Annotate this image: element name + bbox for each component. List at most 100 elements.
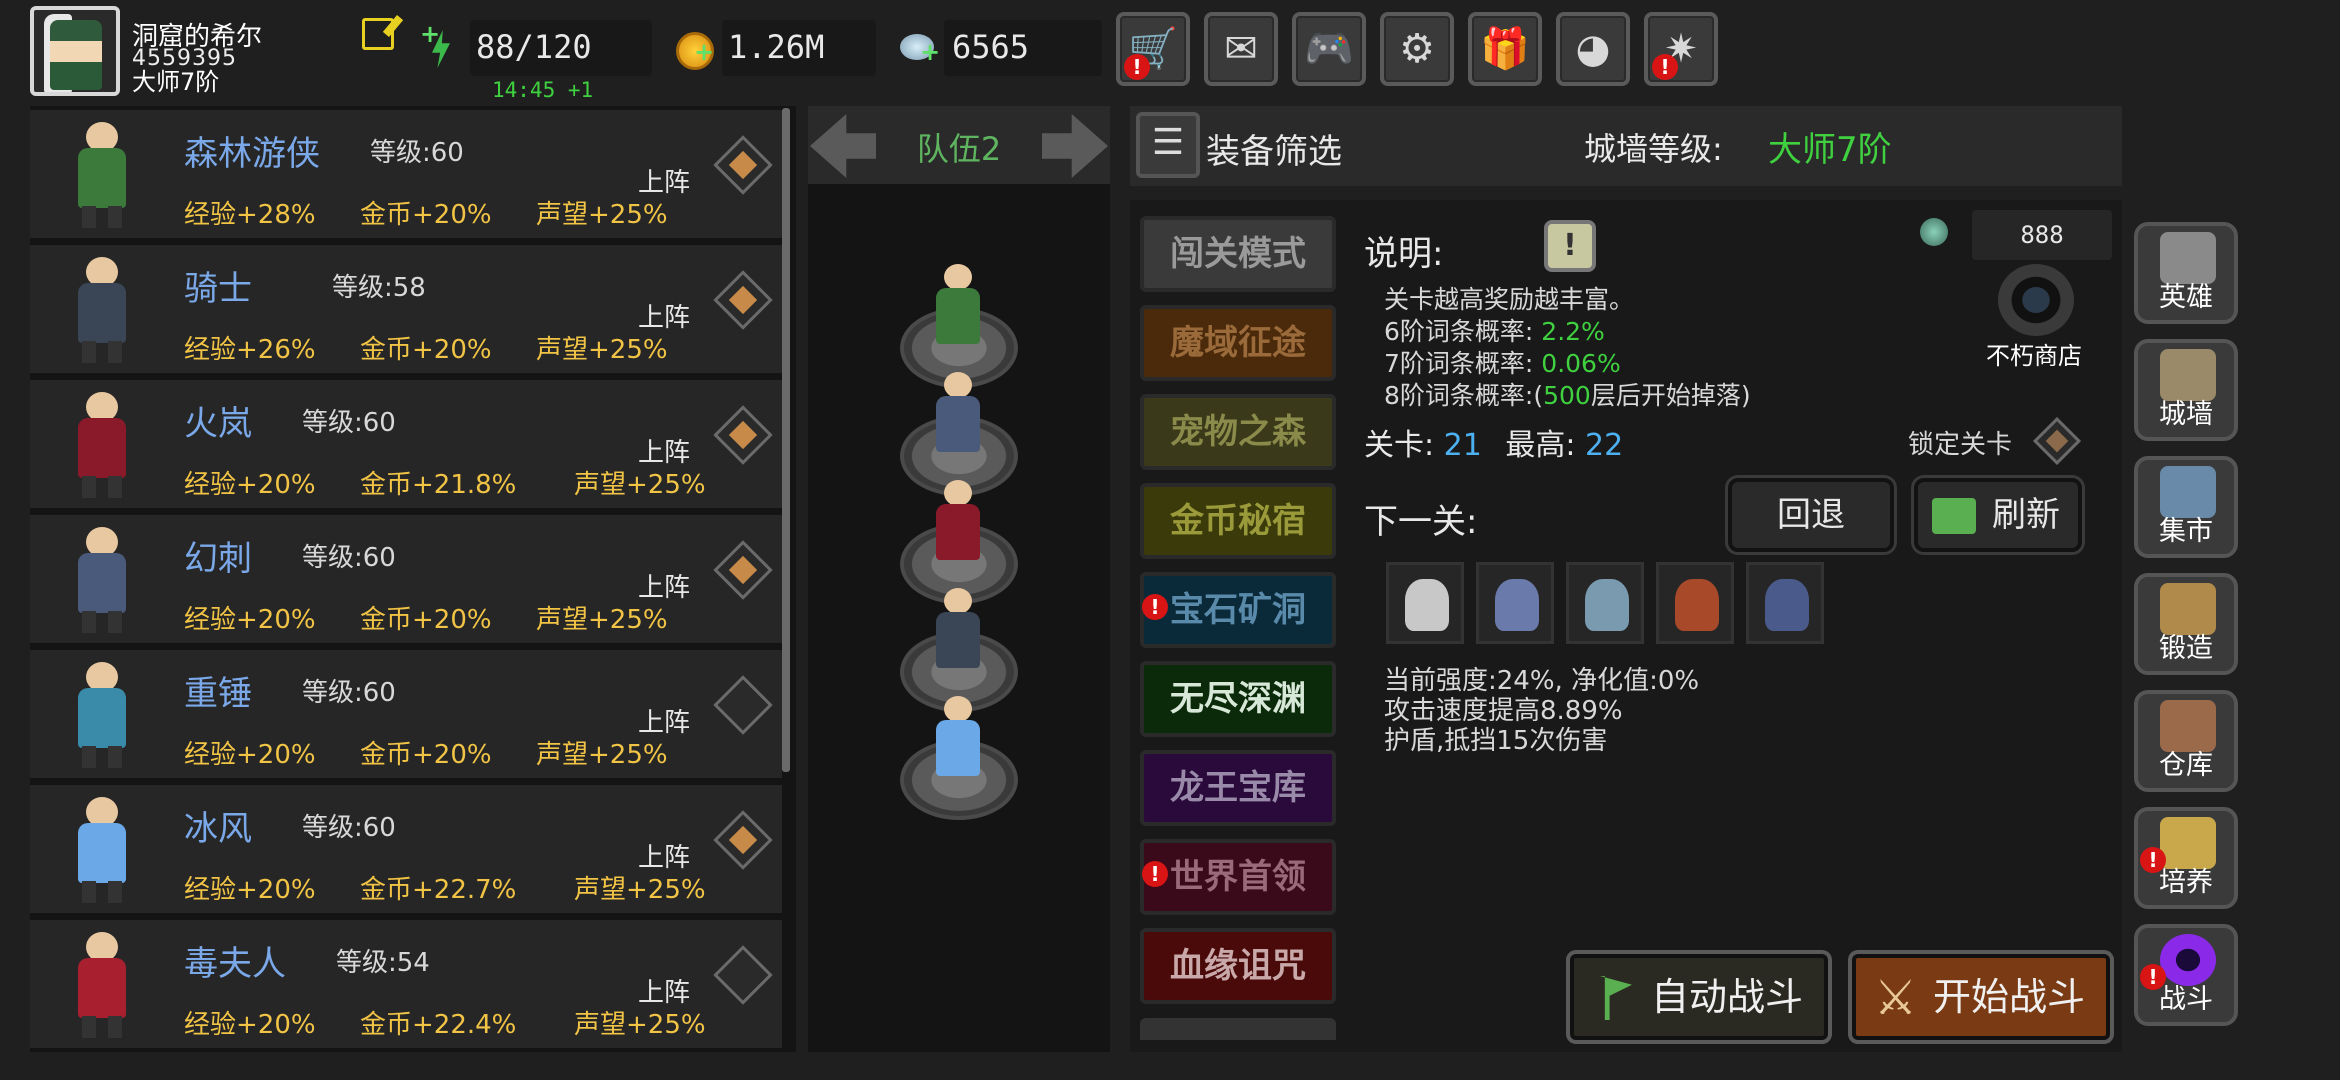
hero-deploy-toggle[interactable]	[713, 270, 773, 330]
flag-icon	[1600, 976, 1632, 1020]
player-avatar[interactable]	[30, 6, 120, 96]
hero-list-scrollbar[interactable]	[782, 108, 790, 772]
mode-label: 宝石矿洞	[1170, 590, 1306, 630]
hero-rep-bonus: 声望+25%	[574, 470, 706, 500]
next-team-arrow-icon[interactable]	[1042, 114, 1108, 178]
wheel-icon: ◕	[1575, 26, 1611, 72]
hero-rep-bonus: 声望+25%	[574, 1010, 706, 1040]
p7-value: 0.06%	[1541, 349, 1621, 378]
hero-rep-bonus: 声望+25%	[574, 875, 706, 905]
reputation-icon	[898, 28, 940, 70]
hero-deploy-toggle[interactable]	[713, 945, 773, 1005]
hero-level: 等级:60	[302, 678, 396, 708]
auto-battle-label: 自动战斗	[1650, 975, 1803, 1019]
hero-row[interactable]: 重锤 等级:60 上阵 经验+20% 金币+20% 声望+25%	[30, 650, 782, 778]
mode-button[interactable]: 宝石矿洞!	[1140, 572, 1336, 648]
hero-gold-bonus: 金币+20%	[360, 740, 492, 770]
mode-list-overflow	[1140, 1018, 1336, 1040]
start-battle-button[interactable]: ⚔ 开始战斗	[1852, 954, 2110, 1040]
hero-row[interactable]: 骑士 等级:58 上阵 经验+26% 金币+20% 声望+25%	[30, 245, 782, 373]
hero-gold-bonus: 金币+20%	[360, 200, 492, 230]
shop-button[interactable]: 🛒!	[1116, 12, 1190, 86]
equipment-filter-label[interactable]: 装备筛选	[1206, 124, 1342, 173]
hero-exp-bonus: 经验+28%	[184, 200, 316, 230]
hero-exp-bonus: 经验+26%	[184, 335, 316, 365]
hero-exp-bonus: 经验+20%	[184, 605, 316, 635]
edit-name-icon[interactable]	[362, 18, 394, 50]
refresh-button[interactable]: 刷新	[1914, 478, 2082, 552]
mode-button[interactable]: 龙王宝库	[1140, 750, 1336, 826]
gold-value: 1.26M	[728, 28, 825, 66]
mode-button[interactable]: 世界首领!	[1140, 839, 1336, 915]
hero-name: 冰风	[184, 809, 252, 849]
mail-button[interactable]: ✉	[1204, 12, 1278, 86]
sidebar-button[interactable]: 英雄	[2134, 222, 2238, 324]
next-stage-monster[interactable]	[1656, 562, 1734, 644]
auto-battle-button[interactable]: 自动战斗	[1570, 954, 1828, 1040]
p6-label: 6阶词条概率:	[1384, 317, 1534, 346]
next-stage-monster[interactable]	[1746, 562, 1824, 644]
settings-icon: ⚙	[1399, 26, 1435, 72]
best-label: 最高:	[1505, 428, 1576, 463]
gold-icon	[672, 28, 714, 70]
wheel-button[interactable]: ◕	[1556, 12, 1630, 86]
energy-value: 88/120	[476, 28, 592, 66]
back-button[interactable]: 回退	[1728, 478, 1894, 552]
next-stage-monster[interactable]	[1476, 562, 1554, 644]
refresh-label: 刷新	[1992, 495, 2060, 535]
immortal-shop-label[interactable]: 不朽商店	[1986, 336, 2082, 371]
hero-deploy-toggle[interactable]	[713, 810, 773, 870]
mode-label: 宠物之森	[1170, 412, 1306, 452]
mode-button[interactable]: 金币秘宿	[1140, 483, 1336, 559]
immortal-gem-icon	[1914, 212, 1954, 252]
fireworks-button[interactable]: ✷!	[1644, 12, 1718, 86]
team-member-sprite	[912, 480, 1006, 580]
refresh-ad-icon	[1932, 498, 1976, 534]
hero-deploy-toggle[interactable]	[713, 540, 773, 600]
hero-rep-bonus: 声望+25%	[536, 335, 668, 365]
hero-exp-bonus: 经验+20%	[184, 875, 316, 905]
next-stage-monster[interactable]	[1566, 562, 1644, 644]
gamepad-button[interactable]: 🎮	[1292, 12, 1366, 86]
mode-label: 龙王宝库	[1170, 768, 1306, 808]
sidebar-button[interactable]: 集市	[2134, 456, 2238, 558]
mode-button[interactable]: 宠物之森	[1140, 394, 1336, 470]
hero-row[interactable]: 幻刺 等级:60 上阵 经验+20% 金币+20% 声望+25%	[30, 515, 782, 643]
gamepad-icon: 🎮	[1304, 26, 1354, 72]
wall-level-value: 大师7阶	[1768, 130, 1892, 170]
filter-menu-button[interactable]	[1136, 112, 1200, 178]
hero-row[interactable]: 火岚 等级:60 上阵 经验+20% 金币+21.8% 声望+25%	[30, 380, 782, 508]
sidebar-button[interactable]: 锻造	[2134, 573, 2238, 675]
hero-sprite	[52, 388, 156, 500]
sidebar-button[interactable]: 战斗!	[2134, 924, 2238, 1026]
sidebar-button[interactable]: 仓库	[2134, 690, 2238, 792]
hero-row[interactable]: 冰风 等级:60 上阵 经验+20% 金币+22.7% 声望+25%	[30, 785, 782, 913]
next-stage-monster[interactable]	[1386, 562, 1464, 644]
wall-level-label: 城墙等级:	[1584, 130, 1723, 168]
prev-team-arrow-icon[interactable]	[810, 114, 876, 178]
reputation-value: 6565	[952, 28, 1030, 66]
hero-row[interactable]: 毒夫人 等级:54 上阵 经验+20% 金币+22.4% 声望+25%	[30, 920, 782, 1048]
hero-deploy-toggle[interactable]	[713, 405, 773, 465]
settings-button[interactable]: ⚙	[1380, 12, 1454, 86]
hero-deploy-toggle[interactable]	[713, 135, 773, 195]
mode-button[interactable]: 魔域征途	[1140, 305, 1336, 381]
hero-row[interactable]: 森林游侠 等级:60 上阵 经验+28% 金币+20% 声望+25%	[30, 110, 782, 238]
mode-button[interactable]: 血缘诅咒	[1140, 928, 1336, 1004]
immortal-shop-icon[interactable]	[1984, 262, 2088, 338]
info-help-icon[interactable]	[1544, 220, 1596, 272]
hero-deploy-toggle[interactable]	[713, 675, 773, 735]
gift-button[interactable]: 🎁	[1468, 12, 1542, 86]
sidebar-button[interactable]: 培养!	[2134, 807, 2238, 909]
mode-button[interactable]: 闯关模式	[1140, 216, 1336, 292]
hero-name: 森林游侠	[184, 134, 320, 174]
mode-button[interactable]: 无尽深渊	[1140, 661, 1336, 737]
sidebar-label: 仓库	[2159, 750, 2213, 781]
info-line-p6: 6阶词条概率: 2.2%	[1384, 312, 1605, 348]
hero-level: 等级:60	[370, 138, 464, 168]
stage-line: 关卡: 21 最高: 22	[1364, 420, 1623, 464]
hero-gold-bonus: 金币+22.7%	[360, 875, 517, 905]
gift-icon: 🎁	[1480, 26, 1530, 72]
next-stage-label: 下一关:	[1364, 502, 1478, 542]
sidebar-button[interactable]: 城墙	[2134, 339, 2238, 441]
